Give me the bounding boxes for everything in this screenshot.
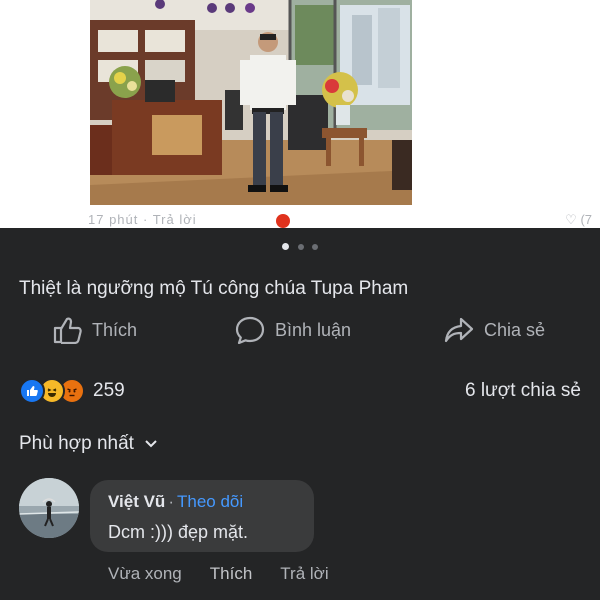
avatar[interactable] xyxy=(19,478,79,538)
carousel-dot[interactable] xyxy=(297,243,304,250)
previous-comment-like-count: ♡ (7 xyxy=(565,212,592,227)
comment-like-button[interactable]: Thích xyxy=(210,564,253,584)
share-count[interactable]: 6 lượt chia sẻ xyxy=(465,380,581,402)
share-arrow-icon xyxy=(444,317,474,343)
carousel-dot-active[interactable] xyxy=(282,243,290,251)
share-button[interactable]: Chia sẻ xyxy=(444,316,545,344)
comment-author[interactable]: Việt Vũ xyxy=(108,492,165,511)
comment-bubble-icon xyxy=(235,316,265,344)
reaction-dot-icon xyxy=(276,214,290,228)
reactions-summary[interactable]: 259 xyxy=(19,378,125,404)
comment-label: Bình luận xyxy=(275,319,352,340)
share-label: Chia sẻ xyxy=(484,319,546,340)
follow-button[interactable]: Theo dõi xyxy=(177,492,243,511)
like-reaction-icon xyxy=(19,378,45,404)
post-action-bar: Thích Bình luận Chia sẻ xyxy=(0,316,600,346)
sort-label: Phù hợp nhất xyxy=(19,433,134,454)
comment-bubble[interactable]: Việt Vũ · Theo dõi Dcm :))) đẹp mặt. xyxy=(90,480,314,552)
comment-header: Việt Vũ · Theo dõi xyxy=(108,492,243,512)
post-caption: Thiệt là ngưỡng mộ Tú công chúa Tupa Pha… xyxy=(19,278,409,299)
post-details-panel: Thiệt là ngưỡng mộ Tú công chúa Tupa Pha… xyxy=(0,228,600,600)
post-photo[interactable] xyxy=(90,0,412,205)
like-label: Thích xyxy=(92,319,138,340)
carousel-indicator[interactable] xyxy=(0,238,600,256)
carousel-dot[interactable] xyxy=(311,243,318,250)
comment-text: Dcm :))) đẹp mặt. xyxy=(108,522,249,542)
comment-sort-dropdown[interactable]: Phù hợp nhất xyxy=(19,433,158,455)
like-button[interactable]: Thích xyxy=(52,316,137,344)
photo-area: 17 phút · Trả lời ♡ (7 xyxy=(0,0,600,228)
engagement-stats: 259 6 lượt chia sẻ xyxy=(19,378,581,408)
reaction-count: 259 xyxy=(93,380,125,401)
previous-comment-meta: 17 phút · Trả lời xyxy=(88,212,197,227)
comment-reply-button[interactable]: Trả lời xyxy=(280,564,328,584)
chevron-down-icon xyxy=(145,440,157,448)
thumbs-up-icon xyxy=(53,317,82,344)
comment-button[interactable]: Bình luận xyxy=(235,316,351,344)
comment-time: Vừa xong xyxy=(108,564,182,583)
comment-separator: · xyxy=(168,492,174,511)
comment-meta-row: Vừa xong Thích Trả lời xyxy=(108,564,357,584)
